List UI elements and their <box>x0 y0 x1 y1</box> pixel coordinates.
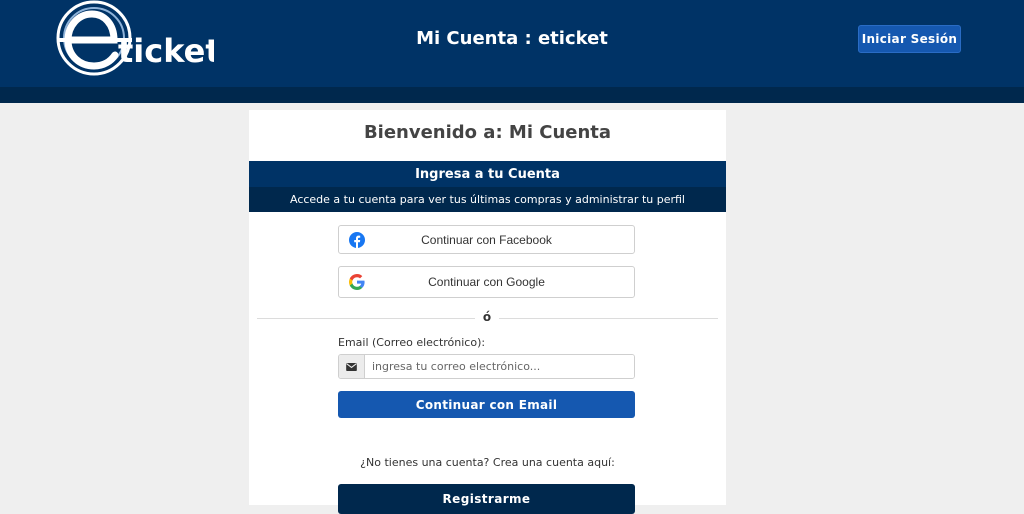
welcome-heading: Bienvenido a: Mi Cuenta <box>363 122 612 143</box>
account-card: Bienvenido a: Mi Cuenta Ingresa a tu Cue… <box>249 110 726 514</box>
section-title: Ingresa a tu Cuenta <box>249 161 726 187</box>
email-field-group <box>338 354 635 379</box>
email-input[interactable] <box>365 355 634 378</box>
facebook-icon <box>349 231 365 248</box>
google-login-button[interactable]: Continuar con Google <box>338 266 635 298</box>
no-account-text: ¿No tienes una cuenta? Crea una cuenta a… <box>360 456 615 469</box>
register-button[interactable]: Registrarme <box>338 484 635 514</box>
facebook-login-button[interactable]: Continuar con Facebook <box>338 225 635 254</box>
facebook-login-label: Continuar con Facebook <box>421 232 552 247</box>
google-login-label: Continuar con Google <box>428 275 545 289</box>
header-strip <box>0 87 1024 103</box>
envelope-icon <box>339 355 365 378</box>
email-label: Email (Correo electrónico): <box>338 336 486 349</box>
google-icon <box>349 274 365 290</box>
section-subtitle: Accede a tu cuenta para ver tus últimas … <box>249 187 726 212</box>
login-button[interactable]: Iniciar Sesión <box>858 25 961 53</box>
divider-text: ó <box>475 310 499 326</box>
continue-email-button[interactable]: Continuar con Email <box>338 391 635 418</box>
